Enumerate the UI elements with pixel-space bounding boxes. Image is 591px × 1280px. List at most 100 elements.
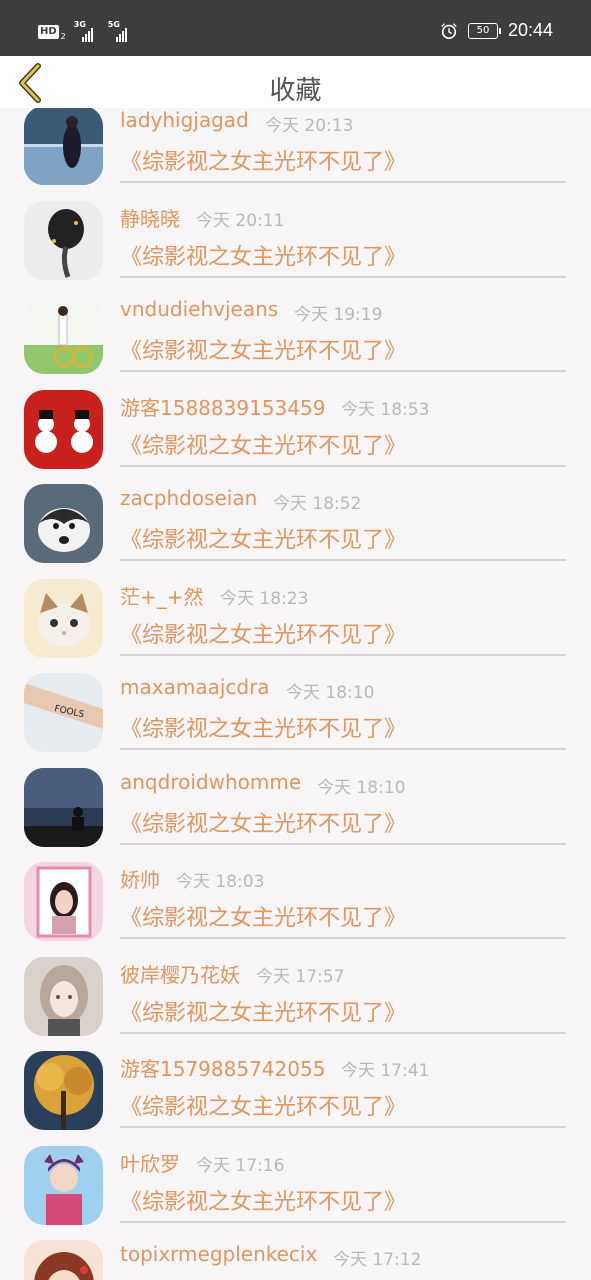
timestamp: 今天 18:10 xyxy=(286,683,375,703)
list-item[interactable]: anqdroidwhomme 今天 18:10 《综影视之女主光环不见了》 xyxy=(0,760,591,855)
list-item[interactable]: zacphdoseian 今天 18:52 《综影视之女主光环不见了》 xyxy=(0,476,591,571)
divider xyxy=(120,1126,566,1128)
divider xyxy=(120,937,566,939)
avatar-image: FOOLS xyxy=(24,673,103,752)
user-name: anqdroidwhomme xyxy=(120,769,302,794)
book-title: 《综影视之女主光环不见了》 xyxy=(120,1095,407,1120)
avatar[interactable] xyxy=(24,862,103,941)
list-item[interactable]: 娇帅 今天 18:03 《综影视之女主光环不见了》 xyxy=(0,854,591,949)
user-name: 叶欣罗 xyxy=(120,1151,180,1176)
divider xyxy=(120,559,566,561)
timestamp: 今天 17:12 xyxy=(333,1250,422,1270)
timestamp: 今天 18:10 xyxy=(317,777,406,798)
user-name: 游客1588839153459 xyxy=(120,395,326,420)
timestamp: 今天 18:23 xyxy=(220,588,309,609)
book-title: 《综影视之女主光环不见了》 xyxy=(120,811,407,837)
avatar[interactable] xyxy=(24,295,103,374)
header-bar: 收藏 xyxy=(0,56,591,108)
avatar[interactable] xyxy=(24,956,103,1036)
user-name: topixrmegplenkecix xyxy=(120,1242,318,1266)
status-right: 50 20:44 xyxy=(440,20,553,41)
divider xyxy=(120,370,566,372)
user-name: 彼岸樱乃花妖 xyxy=(120,962,240,987)
avatar-image xyxy=(24,956,103,1036)
timestamp: 今天 18:03 xyxy=(176,872,265,892)
user-name: 娇帅 xyxy=(120,868,160,892)
book-title: 《综影视之女主光环不见了》 xyxy=(120,622,407,648)
sim1-index: 2 xyxy=(60,31,66,41)
user-name: 游客1579885742055 xyxy=(120,1057,326,1081)
sim2-signal-icon: 5G xyxy=(108,20,134,42)
avatar-image xyxy=(24,200,103,280)
book-title: 《综影视之女主光环不见了》 xyxy=(120,339,407,364)
alarm-clock-icon xyxy=(441,22,457,39)
divider xyxy=(120,1220,566,1223)
avatar[interactable] xyxy=(24,578,103,658)
avatar-image xyxy=(24,484,103,563)
avatar-image xyxy=(24,767,103,847)
timestamp: 今天 17:16 xyxy=(196,1155,285,1176)
avatar[interactable] xyxy=(24,484,103,563)
list-item[interactable]: 彼岸樱乃花妖 今天 17:57 《综影视之女主光环不见了》 xyxy=(0,949,591,1044)
timestamp: 今天 18:53 xyxy=(341,399,430,420)
avatar[interactable] xyxy=(24,1145,103,1225)
user-name: 静晓晓 xyxy=(120,206,180,231)
timestamp: 今天 19:19 xyxy=(294,305,383,325)
avatar-image xyxy=(24,1240,103,1280)
list-item[interactable]: FOOLS maxamaajcdra 今天 18:10 《综影视之女主光环不见了》 xyxy=(0,665,591,760)
avatar[interactable] xyxy=(24,1051,103,1130)
avatar-image xyxy=(24,862,103,941)
hd-badge: HD xyxy=(38,25,59,39)
avatar[interactable] xyxy=(24,200,103,280)
timestamp: 今天 17:41 xyxy=(341,1061,430,1081)
battery-indicator: 50 xyxy=(467,22,501,39)
avatar-image xyxy=(24,295,103,374)
avatar-image xyxy=(24,108,103,185)
book-title: 《综影视之女主光环不见了》 xyxy=(120,528,407,553)
list-item[interactable]: 叶欣罗 今天 17:16 《综影视之女主光环不见了》 xyxy=(0,1138,591,1233)
list-item[interactable]: 游客1579885742055 今天 17:41 《综影视之女主光环不见了》 xyxy=(0,1043,591,1138)
timestamp: 今天 17:57 xyxy=(256,966,345,987)
book-title: 《综影视之女主光环不见了》 xyxy=(120,433,407,459)
divider xyxy=(120,748,566,750)
status-left: HD 2 3G 5G xyxy=(38,20,134,42)
list-item[interactable]: 静晓晓 今天 20:11 《综影视之女主光环不见了》 xyxy=(0,193,591,288)
avatar[interactable]: FOOLS xyxy=(24,673,103,752)
page-title: 收藏 xyxy=(269,76,322,106)
status-time: 20:44 xyxy=(507,20,553,40)
list-item[interactable]: 游客1588839153459 今天 18:53 《综影视之女主光环不见了》 xyxy=(0,382,591,477)
user-name: ladyhigjagad xyxy=(120,108,249,132)
avatar[interactable] xyxy=(24,767,103,847)
divider xyxy=(120,1031,566,1034)
book-title: 《综影视之女主光环不见了》 xyxy=(120,1189,407,1215)
divider xyxy=(120,464,566,467)
user-name: maxamaajcdra xyxy=(120,675,270,699)
divider xyxy=(120,653,566,656)
avatar-image xyxy=(24,578,103,658)
user-name: vndudiehvjeans xyxy=(120,297,279,321)
avatar-image xyxy=(24,1051,103,1130)
divider xyxy=(120,275,566,278)
avatar-image xyxy=(24,389,103,469)
list-item[interactable]: topixrmegplenkecix 今天 17:12 xyxy=(0,1232,591,1280)
sim1-signal-icon: 3G xyxy=(74,20,100,42)
user-name: 茫+_+然 xyxy=(120,584,204,609)
avatar[interactable] xyxy=(24,1240,103,1280)
book-title: 《综影视之女主光环不见了》 xyxy=(120,244,407,270)
book-title: 《综影视之女主光环不见了》 xyxy=(120,906,407,931)
avatar[interactable] xyxy=(24,108,103,185)
avatar[interactable] xyxy=(24,389,103,469)
timestamp: 今天 18:52 xyxy=(273,494,362,514)
user-name: zacphdoseian xyxy=(120,486,258,510)
list-item[interactable]: ladyhigjagad 今天 20:13 《综影视之女主光环不见了》 xyxy=(0,108,591,193)
divider xyxy=(120,181,566,183)
list-item[interactable]: vndudiehvjeans 今天 19:19 《综影视之女主光环不见了》 xyxy=(0,287,591,382)
book-title: 《综影视之女主光环不见了》 xyxy=(120,717,407,742)
book-title: 《综影视之女主光环不见了》 xyxy=(120,1000,407,1026)
favorites-list[interactable]: ladyhigjagad 今天 20:13 《综影视之女主光环不见了》 静晓晓 今天 2… xyxy=(0,108,591,1280)
book-title: 《综影视之女主光环不见了》 xyxy=(120,150,407,175)
divider xyxy=(120,842,566,845)
timestamp: 今天 20:13 xyxy=(265,116,354,136)
avatar-image xyxy=(24,1145,103,1225)
list-item[interactable]: 茫+_+然 今天 18:23 《综影视之女主光环不见了》 xyxy=(0,571,591,666)
